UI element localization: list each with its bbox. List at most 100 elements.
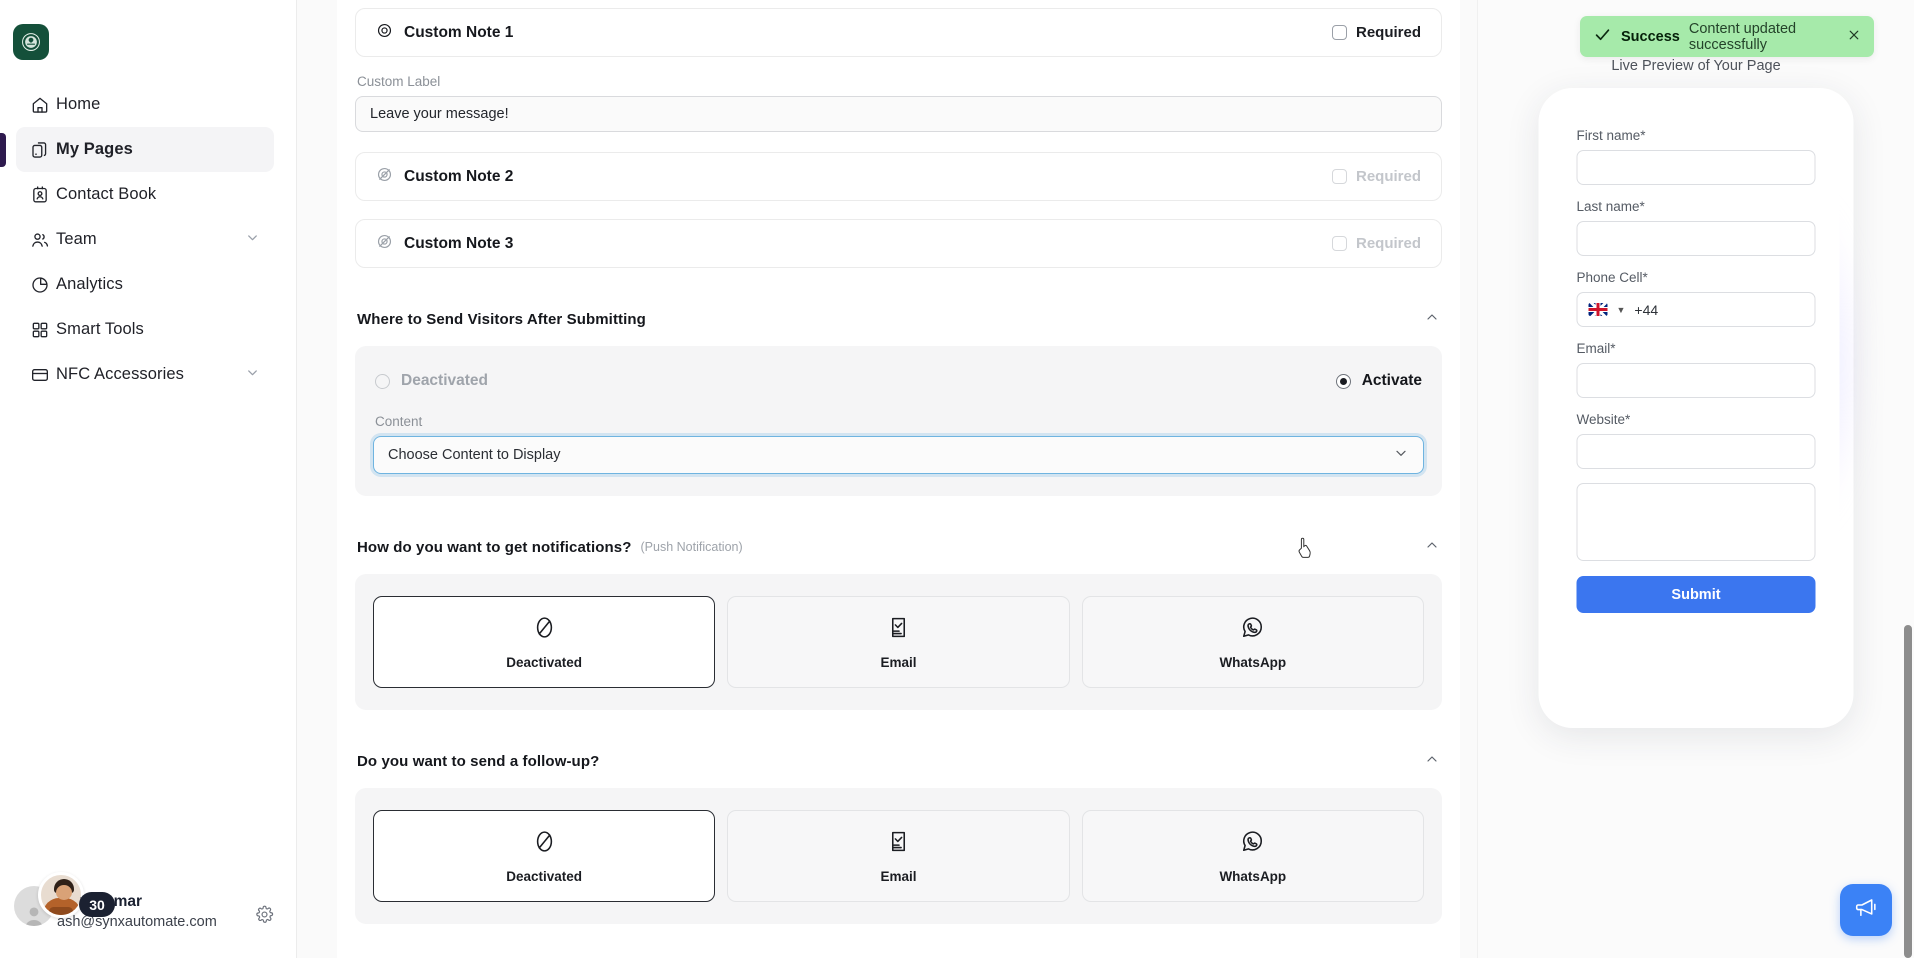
eye-visible-icon[interactable] <box>376 22 393 44</box>
custom-label-value: Leave your message! <box>370 106 509 122</box>
content-label: Content <box>375 414 423 429</box>
chevron-up-icon[interactable] <box>1424 309 1440 330</box>
notification-option-label: Email <box>880 654 917 670</box>
content-select[interactable]: Choose Content to Display <box>373 436 1424 474</box>
redirect-card: Deactivated Activate Content Choose Cont… <box>355 346 1442 496</box>
chevron-down-icon[interactable]: ▼ <box>1617 305 1626 315</box>
preview-first-name-input[interactable] <box>1576 150 1816 185</box>
preview-field-label: Website* <box>1576 412 1631 427</box>
required-toggle[interactable]: Required <box>1331 168 1421 185</box>
preview-submit-label: Submit <box>1671 586 1721 603</box>
required-toggle[interactable]: Required <box>1331 235 1421 252</box>
redirect-section-title: Where to Send Visitors After Submitting <box>357 310 646 328</box>
notification-option-whatsapp[interactable]: WhatsApp <box>1081 596 1424 688</box>
sidebar-item-label: Contact Book <box>56 185 157 203</box>
page-scrollbar[interactable] <box>1904 625 1912 958</box>
sidebar-item-label: Analytics <box>56 275 123 293</box>
announcement-button[interactable] <box>1840 884 1892 936</box>
required-label: Required <box>1355 235 1421 252</box>
preview-dial-code: +44 <box>1634 301 1659 318</box>
sidebar-item-contact-book[interactable]: Contact Book <box>16 172 274 217</box>
custom-note-row[interactable]: Custom Note 1 Required <box>355 8 1442 57</box>
preview-email-input[interactable] <box>1576 363 1816 398</box>
radio-activate[interactable]: Activate <box>1335 372 1422 390</box>
notifications-section-title: How do you want to get notifications? <box>357 538 632 556</box>
followup-section-header[interactable]: Do you want to send a follow-up? <box>355 746 1442 776</box>
notification-option-label: WhatsApp <box>1219 654 1287 670</box>
contact-book-icon <box>30 184 56 206</box>
chevron-up-icon[interactable] <box>1424 537 1440 558</box>
preview-message-textarea[interactable] <box>1576 483 1816 561</box>
phone-mockup: First name* Last name* Phone Cell* ▼ +44… <box>1538 88 1860 728</box>
custom-note-row[interactable]: Custom Note 3 Required <box>355 219 1442 268</box>
followup-section-title: Do you want to send a follow-up? <box>357 752 600 770</box>
followup-options: Deactivated Email WhatsApp <box>373 810 1424 902</box>
followup-card: Deactivated Email WhatsApp <box>355 788 1442 924</box>
followup-option-whatsapp[interactable]: WhatsApp <box>1081 810 1424 902</box>
toast-message: Content updated successfully <box>1688 20 1797 53</box>
sidebar-item-my-pages[interactable]: My Pages <box>16 127 274 172</box>
notifications-section-header[interactable]: How do you want to get notifications? (P… <box>355 532 1442 562</box>
required-label: Required <box>1355 24 1421 41</box>
required-checkbox[interactable] <box>1331 25 1347 40</box>
preview-phone-input[interactable]: ▼ +44 <box>1576 292 1816 327</box>
required-label: Required <box>1355 168 1421 185</box>
followup-option-label: Deactivated <box>506 868 583 884</box>
custom-label-input[interactable]: Leave your message! <box>355 96 1442 132</box>
sidebar-item-home[interactable]: Home <box>16 82 274 127</box>
sidebar-item-nfc-accessories[interactable]: NFC Accessories <box>16 352 274 397</box>
sidebar-item-label: Team <box>56 230 97 248</box>
close-icon[interactable] <box>1847 28 1861 46</box>
preview-last-name-input[interactable] <box>1576 221 1816 256</box>
home-icon <box>30 94 56 116</box>
required-checkbox[interactable] <box>1331 169 1347 184</box>
uk-flag-icon <box>1588 303 1608 316</box>
no-entry-icon <box>532 829 557 859</box>
sidebar-item-label: Home <box>56 95 101 113</box>
brand-logo[interactable] <box>13 24 49 60</box>
gear-icon[interactable] <box>255 905 274 929</box>
avatar <box>38 872 84 918</box>
sidebar-item-analytics[interactable]: Analytics <box>16 262 274 307</box>
preview-submit-button[interactable]: Submit <box>1576 576 1816 613</box>
live-preview-panel: View page Live Preview of Your Page Firs… <box>1477 0 1914 958</box>
notifications-card: Deactivated Email WhatsApp <box>355 574 1442 710</box>
preview-field-label: Phone Cell* <box>1576 270 1648 285</box>
radio-button-selected[interactable] <box>1335 373 1351 389</box>
followup-option-label: Email <box>880 868 917 884</box>
chevron-down-icon[interactable] <box>245 230 260 250</box>
radio-deactivated[interactable]: Deactivated <box>375 372 488 390</box>
radio-button[interactable] <box>375 373 390 389</box>
chevron-up-icon[interactable] <box>1424 751 1440 772</box>
eye-hidden-icon[interactable] <box>376 166 393 188</box>
followup-option-email[interactable]: Email <box>727 810 1070 902</box>
sidebar-item-smart-tools[interactable]: Smart Tools <box>16 307 274 352</box>
analytics-icon <box>30 274 56 296</box>
notification-option-deactivated[interactable]: Deactivated <box>373 596 716 688</box>
sidebar-item-label: My Pages <box>56 140 133 158</box>
notification-option-email[interactable]: Email <box>727 596 1070 688</box>
redirect-section-header[interactable]: Where to Send Visitors After Submitting <box>355 304 1442 334</box>
radio-label: Activate <box>1361 372 1422 389</box>
required-toggle[interactable]: Required <box>1331 24 1421 41</box>
chevron-down-icon[interactable] <box>245 365 260 385</box>
followup-option-deactivated[interactable]: Deactivated <box>373 810 716 902</box>
radio-label: Deactivated <box>401 372 489 389</box>
sidebar-nav: Home My Pages Contact Book Team Analytic… <box>0 82 296 397</box>
eye-hidden-icon[interactable] <box>376 233 393 255</box>
no-entry-icon <box>532 615 557 645</box>
pages-icon <box>30 139 56 161</box>
notifications-options: Deactivated Email WhatsApp <box>373 596 1424 688</box>
followup-option-label: WhatsApp <box>1219 868 1287 884</box>
sidebar-item-team[interactable]: Team <box>16 217 274 262</box>
user-profile[interactable]: 30 y Kumar ash@synxautomate.com <box>0 860 297 940</box>
chevron-down-icon <box>1393 445 1409 465</box>
sidebar: Home My Pages Contact Book Team Analytic… <box>0 0 297 958</box>
custom-note-row[interactable]: Custom Note 2 Required <box>355 152 1442 201</box>
preview-field-label: Email* <box>1576 341 1616 356</box>
phone-screen: First name* Last name* Phone Cell* ▼ +44… <box>1552 104 1840 714</box>
brand-logo-icon <box>22 33 40 51</box>
preview-website-input[interactable] <box>1576 434 1816 469</box>
required-checkbox[interactable] <box>1331 236 1347 251</box>
whatsapp-icon <box>1240 615 1265 645</box>
